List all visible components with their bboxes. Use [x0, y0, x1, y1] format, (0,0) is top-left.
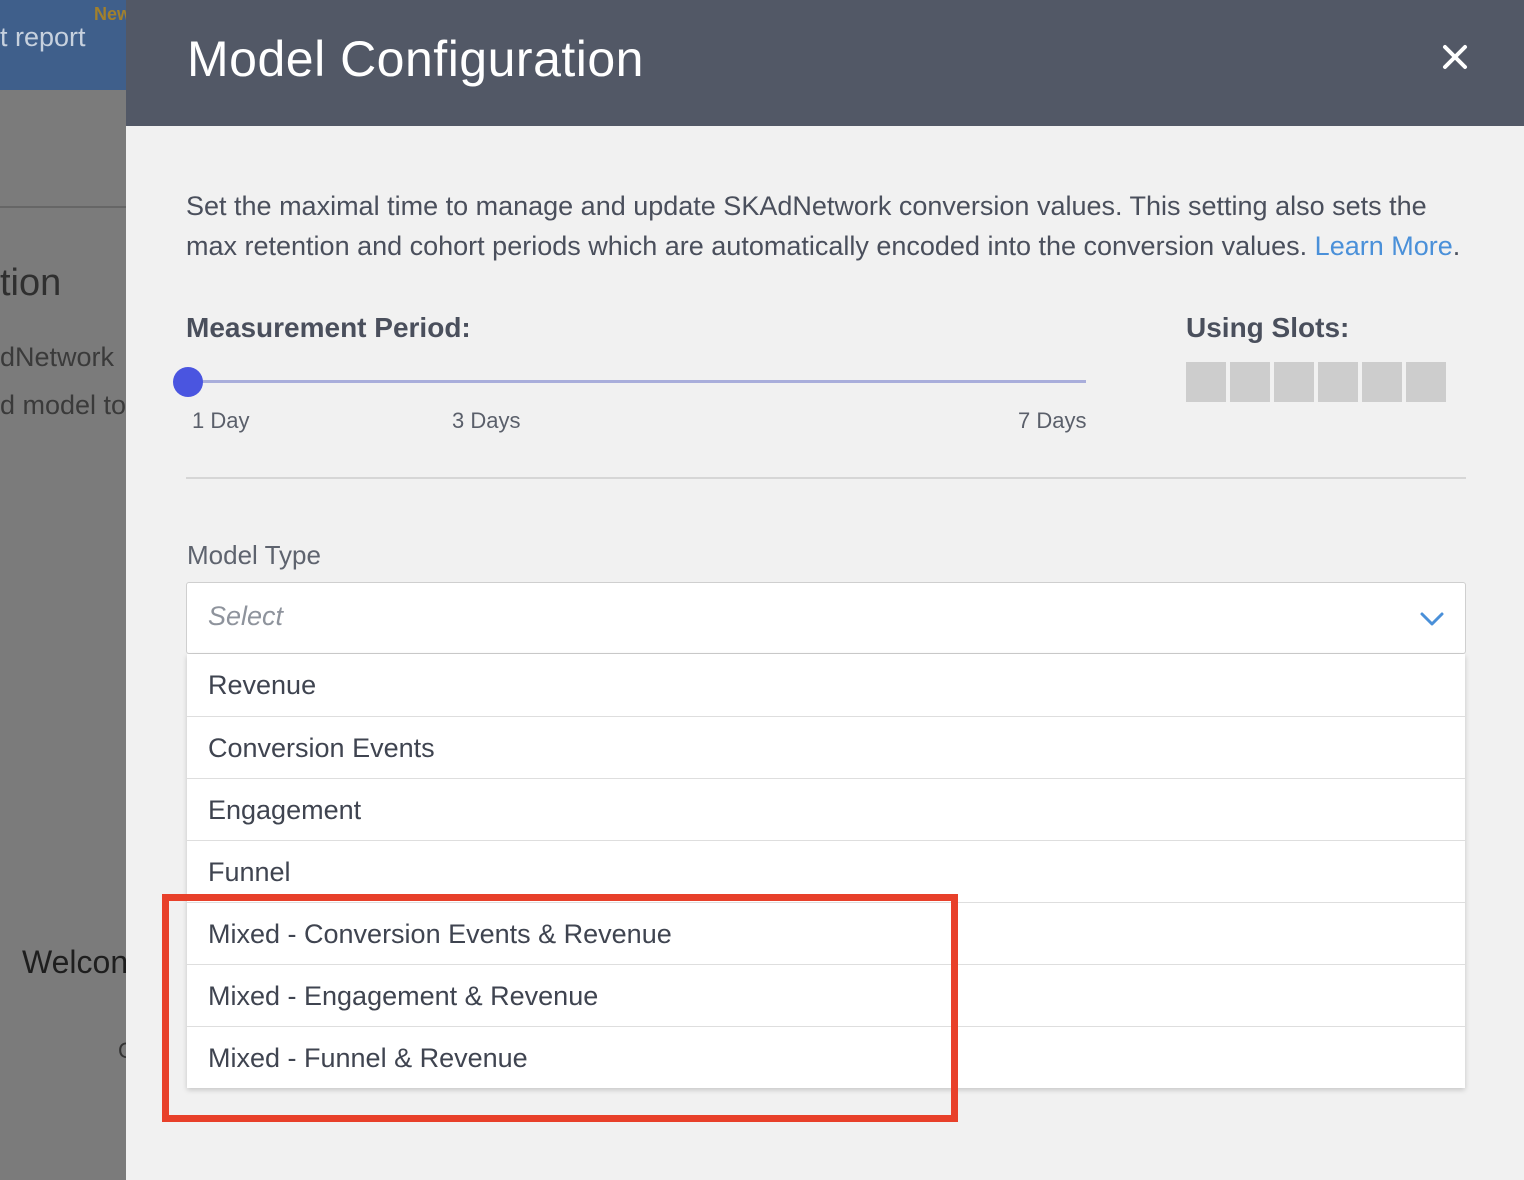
- section-divider: [186, 477, 1466, 479]
- model-configuration-modal: Model Configuration Set the maximal time…: [126, 0, 1524, 1180]
- measurement-period-label: Measurement Period:: [186, 312, 471, 343]
- model-type-label: Model Type: [187, 540, 321, 570]
- background-page: t report New tion dNetwork d model to We…: [0, 0, 126, 1180]
- close-button[interactable]: [1436, 38, 1474, 76]
- slot: [1186, 362, 1226, 402]
- slot: [1406, 362, 1446, 402]
- description-body: Set the maximal time to manage and updat…: [186, 191, 1427, 261]
- measurement-period-slider[interactable]: [173, 364, 1086, 400]
- using-slots-label: Using Slots:: [1186, 312, 1350, 343]
- background-welcome-text: Welcon: [22, 944, 126, 980]
- background-small-text: C: [118, 1038, 126, 1063]
- select-placeholder: Select: [208, 601, 284, 631]
- background-new-badge: New: [94, 4, 126, 24]
- slider-tick-label: 7 Days: [1018, 408, 1087, 433]
- background-report-label: t report: [0, 22, 86, 52]
- dropdown-option-mixed-engagement-revenue[interactable]: Mixed - Engagement & Revenue: [187, 964, 1465, 1026]
- slot: [1318, 362, 1358, 402]
- background-text-line: d model to: [0, 390, 126, 420]
- learn-more-link[interactable]: Learn More: [1315, 231, 1453, 261]
- slider-thumb[interactable]: [173, 367, 203, 397]
- slot: [1362, 362, 1402, 402]
- dropdown-option-engagement[interactable]: Engagement: [187, 778, 1465, 840]
- modal-title: Model Configuration: [187, 31, 644, 87]
- chevron-down-icon: [1420, 612, 1444, 626]
- background-divider: [0, 206, 126, 208]
- dropdown-option-revenue[interactable]: Revenue: [187, 654, 1465, 716]
- model-type-select[interactable]: Select: [186, 582, 1466, 654]
- dropdown-option-mixed-funnel-revenue[interactable]: Mixed - Funnel & Revenue: [187, 1026, 1465, 1088]
- close-icon: [1443, 45, 1467, 69]
- modal-header: Model Configuration: [126, 0, 1524, 126]
- dropdown-option-funnel[interactable]: Funnel: [187, 840, 1465, 902]
- background-heading: tion: [0, 262, 62, 304]
- background-text-line: dNetwork: [0, 342, 115, 372]
- slider-tick-label: 1 Day: [192, 408, 250, 433]
- slot: [1274, 362, 1314, 402]
- dropdown-option-mixed-conversion-revenue[interactable]: Mixed - Conversion Events & Revenue: [187, 902, 1465, 964]
- slider-track[interactable]: [190, 380, 1086, 383]
- slots-indicator: [1186, 362, 1446, 402]
- description-text: Set the maximal time to manage and updat…: [186, 191, 1461, 261]
- background-topbar: t report New: [0, 0, 126, 90]
- dropdown-option-conversion-events[interactable]: Conversion Events: [187, 716, 1465, 778]
- model-type-dropdown: Revenue Conversion Events Engagement Fun…: [187, 654, 1465, 1088]
- slider-tick-label: 3 Days: [452, 408, 521, 433]
- slot: [1230, 362, 1270, 402]
